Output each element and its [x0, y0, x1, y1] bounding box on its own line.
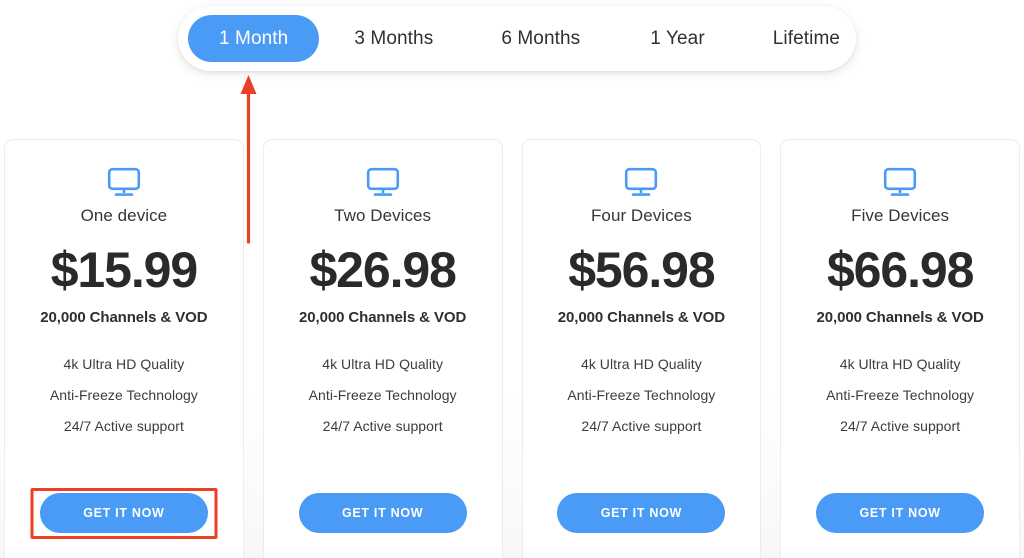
plan-feature: 4k Ultra HD Quality	[63, 356, 185, 372]
plan-feature-list: 4k Ultra HD Quality Anti-Freeze Technolo…	[567, 356, 715, 434]
tab-lifetime[interactable]: Lifetime	[751, 15, 862, 62]
plan-feature-list: 4k Ultra HD Quality Anti-Freeze Technolo…	[309, 356, 457, 434]
get-it-now-button[interactable]: GET IT NOW	[816, 493, 985, 533]
plan-price: $26.98	[309, 242, 456, 298]
plan-title: Five Devices	[851, 206, 950, 225]
tab-6-months[interactable]: 6 Months	[479, 15, 602, 62]
plan-title: One device	[80, 206, 168, 225]
plan-title: Four Devices	[591, 206, 692, 225]
pricing-card-two-devices[interactable]: Two Devices $26.98 20,000 Channels & VOD…	[262, 139, 503, 558]
billing-period-tabbar: 1 Month 3 Months 6 Months 1 Year Lifetim…	[178, 6, 856, 71]
get-it-now-button[interactable]: GET IT NOW	[557, 493, 726, 533]
tab-1-year[interactable]: 1 Year	[628, 15, 727, 62]
pricing-card-four-devices[interactable]: Four Devices $56.98 20,000 Channels & VO…	[521, 139, 762, 558]
plan-feature: 24/7 Active support	[322, 418, 443, 434]
plan-channels: 20,000 Channels & VOD	[557, 309, 725, 326]
get-it-now-button[interactable]: GET IT NOW	[298, 493, 467, 533]
plan-feature: 4k Ultra HD Quality	[322, 356, 443, 372]
plan-feature: Anti-Freeze Technology	[308, 387, 457, 403]
tab-3-months[interactable]: 3 Months	[332, 15, 455, 62]
plan-channels: 20,000 Channels & VOD	[299, 309, 467, 326]
monitor-icon	[884, 167, 917, 196]
plan-channels: 20,000 Channels & VOD	[816, 309, 984, 326]
monitor-icon	[625, 167, 658, 196]
pricing-card-one-device[interactable]: One device $15.99 20,000 Channels & VOD …	[4, 139, 244, 558]
plan-feature: Anti-Freeze Technology	[567, 387, 716, 403]
plan-feature: 4k Ultra HD Quality	[839, 356, 961, 372]
plan-title: Two Devices	[334, 206, 432, 225]
pricing-card-list: One device $15.99 20,000 Channels & VOD …	[4, 139, 1020, 558]
pricing-card-five-devices[interactable]: Five Devices $66.98 20,000 Channels & VO…	[780, 139, 1020, 558]
plan-feature: 4k Ultra HD Quality	[580, 356, 702, 372]
plan-price: $15.99	[50, 242, 198, 298]
plan-feature: 24/7 Active support	[840, 418, 961, 434]
plan-feature-list: 4k Ultra HD Quality Anti-Freeze Technolo…	[50, 356, 198, 434]
tab-1-month[interactable]: 1 Month	[188, 15, 320, 62]
plan-feature: 24/7 Active support	[581, 418, 702, 434]
monitor-icon	[366, 167, 399, 196]
plan-price: $66.98	[826, 242, 974, 298]
plan-price: $56.98	[568, 242, 715, 298]
plan-channels: 20,000 Channels & VOD	[40, 309, 208, 326]
billing-period-tablist: 1 Month 3 Months 6 Months 1 Year Lifetim…	[178, 6, 856, 71]
plan-feature: Anti-Freeze Technology	[49, 387, 198, 403]
get-it-now-button[interactable]: GET IT NOW	[39, 493, 208, 533]
plan-feature: 24/7 Active support	[63, 418, 184, 434]
plan-feature: Anti-Freeze Technology	[826, 387, 975, 403]
monitor-icon	[107, 167, 140, 196]
plan-feature-list: 4k Ultra HD Quality Anti-Freeze Technolo…	[826, 356, 974, 434]
